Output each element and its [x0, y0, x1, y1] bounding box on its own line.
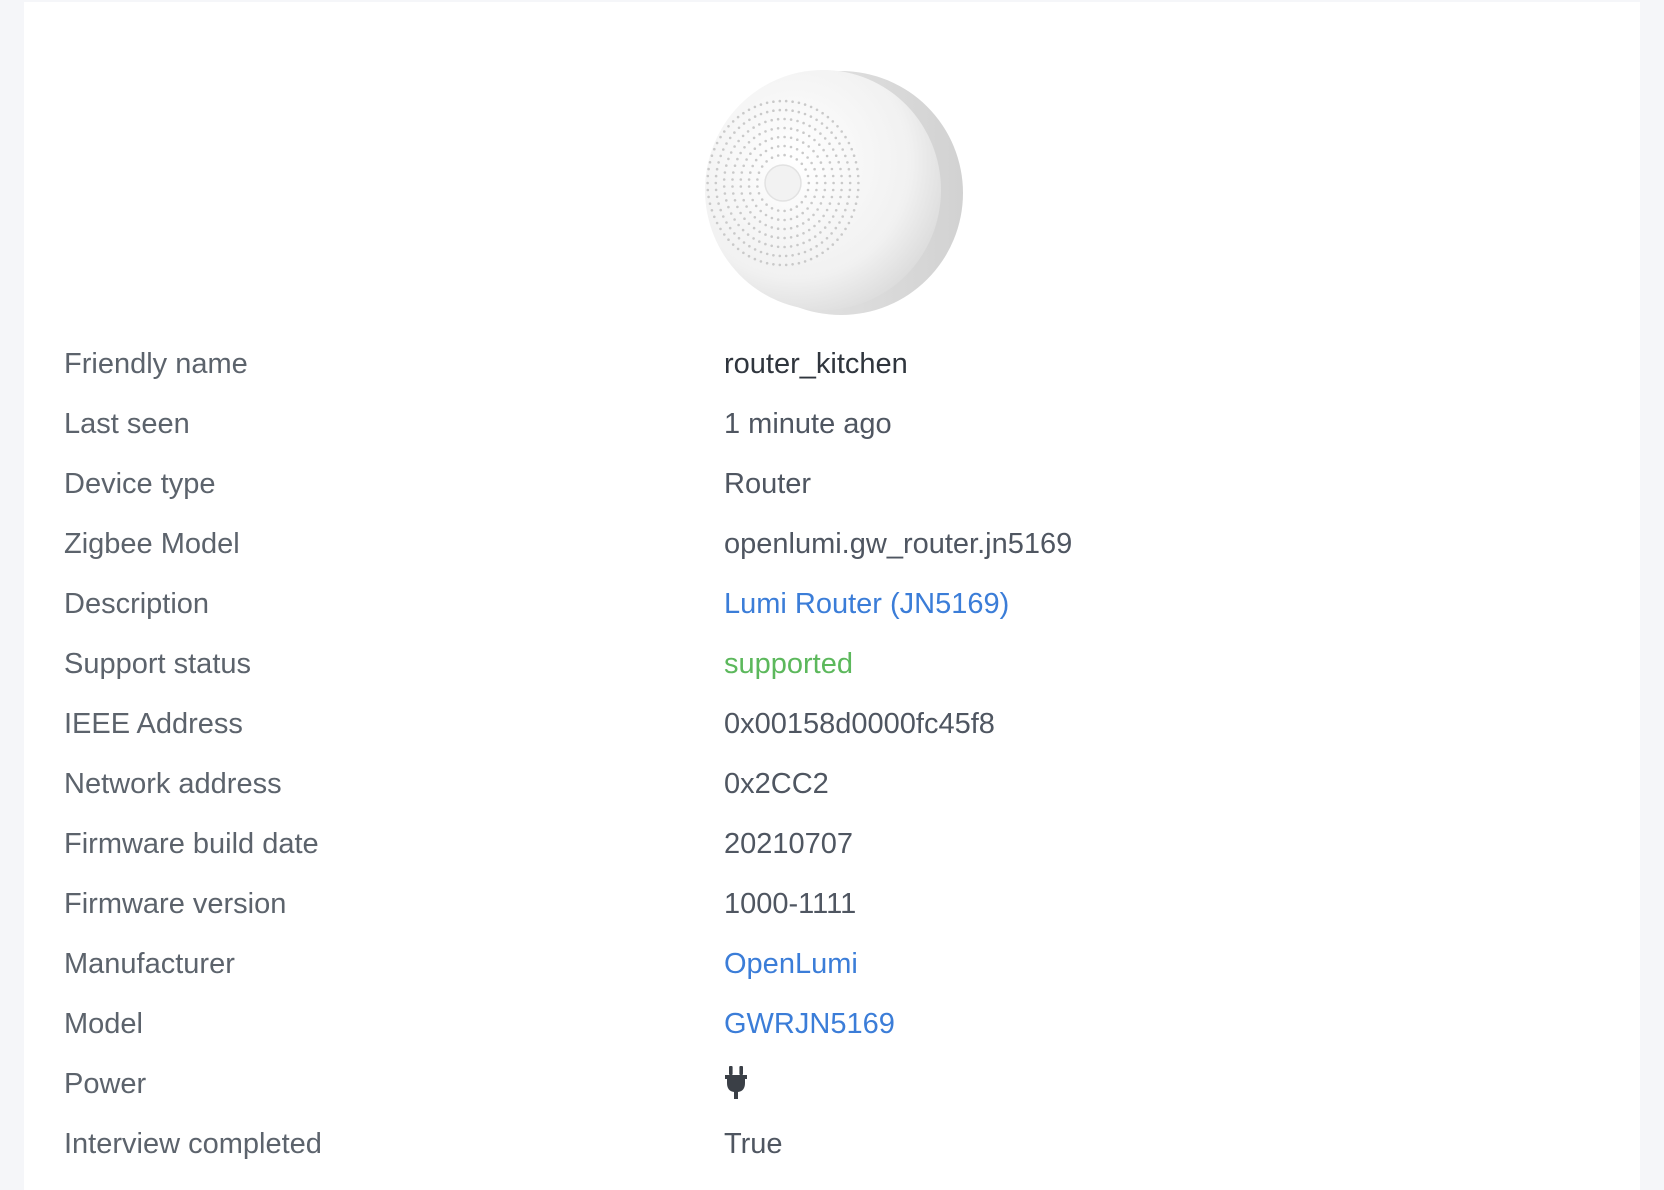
- row-manufacturer: Manufacturer OpenLumi: [64, 934, 1604, 994]
- description-label: Description: [64, 588, 210, 620]
- last-seen-label: Last seen: [64, 408, 190, 440]
- row-ieee-address: IEEE Address 0x00158d0000fc45f8: [64, 694, 1604, 754]
- zigbee-model-value: openlumi.gw_router.jn5169: [724, 528, 1073, 560]
- model-label: Model: [64, 1008, 143, 1040]
- row-power: Power: [64, 1054, 1604, 1114]
- interview-completed-value: True: [724, 1128, 783, 1160]
- row-model: Model GWRJN5169: [64, 994, 1604, 1054]
- ieee-address-label: IEEE Address: [64, 708, 243, 740]
- manufacturer-link[interactable]: OpenLumi: [724, 946, 858, 982]
- row-support-status: Support status supported: [64, 634, 1604, 694]
- friendly-name-value: router_kitchen: [724, 348, 908, 380]
- device-type-value: Router: [724, 468, 812, 500]
- firmware-version-value: 1000-1111: [724, 888, 857, 920]
- model-link[interactable]: GWRJN5169: [724, 1006, 895, 1042]
- manufacturer-label: Manufacturer: [64, 948, 235, 980]
- support-status-label: Support status: [64, 648, 251, 680]
- interview-completed-label: Interview completed: [64, 1128, 322, 1160]
- last-seen-value: 1 minute ago: [724, 408, 892, 440]
- row-firmware-version: Firmware version 1000-1111: [64, 874, 1604, 934]
- support-status-value: supported: [724, 648, 853, 680]
- row-device-type: Device type Router: [64, 454, 1604, 514]
- device-details: Friendly name router_kitchen Last seen 1…: [64, 334, 1604, 1174]
- firmware-build-date-value: 20210707: [724, 828, 854, 860]
- ieee-address-value: 0x00158d0000fc45f8: [724, 708, 995, 740]
- device-info-card: Friendly name router_kitchen Last seen 1…: [24, 2, 1640, 1190]
- firmware-build-date-label: Firmware build date: [64, 828, 319, 860]
- row-description: Description Lumi Router (JN5169): [64, 574, 1604, 634]
- row-zigbee-model: Zigbee Model openlumi.gw_router.jn5169: [64, 514, 1604, 574]
- row-friendly-name: Friendly name router_kitchen: [64, 334, 1604, 394]
- network-address-value: 0x2CC2: [724, 768, 829, 800]
- description-link[interactable]: Lumi Router (JN5169): [724, 586, 1009, 622]
- device-type-label: Device type: [64, 468, 216, 500]
- plug-icon: [725, 1066, 747, 1099]
- row-firmware-build-date: Firmware build date 20210707: [64, 814, 1604, 874]
- device-image: [705, 70, 963, 315]
- row-interview-completed: Interview completed True: [64, 1114, 1604, 1174]
- zigbee-model-label: Zigbee Model: [64, 528, 240, 560]
- row-network-address: Network address 0x2CC2: [64, 754, 1604, 814]
- firmware-version-label: Firmware version: [64, 888, 287, 920]
- power-label: Power: [64, 1068, 147, 1100]
- row-last-seen: Last seen 1 minute ago: [64, 394, 1604, 454]
- friendly-name-label: Friendly name: [64, 348, 248, 380]
- network-address-label: Network address: [64, 768, 282, 800]
